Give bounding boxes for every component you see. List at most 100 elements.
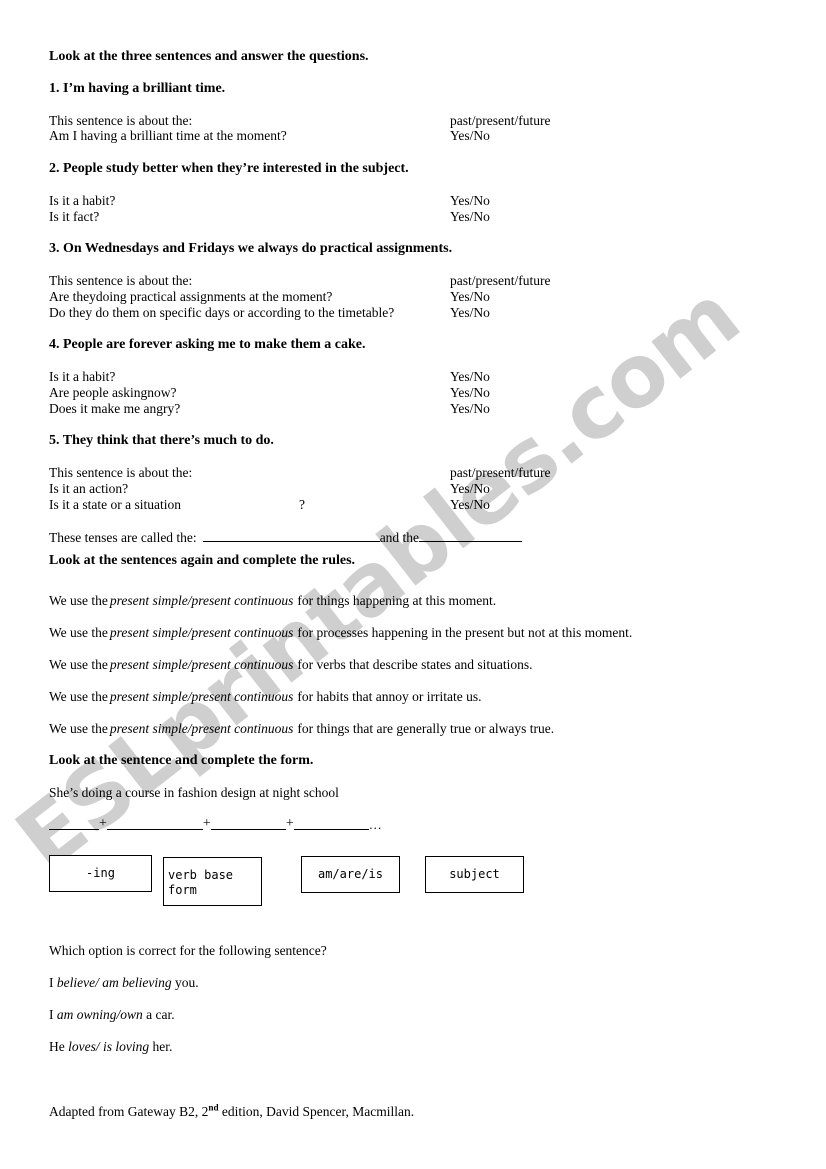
rule-line-4: We use the present simple/present continu… — [49, 689, 481, 705]
section4-question: Which option is correct for the followin… — [49, 943, 327, 958]
item-1-number: 1. — [49, 81, 60, 96]
item-5-q3-prompt: Is it a state or a situation? — [49, 497, 305, 513]
form-blank-2[interactable] — [106, 818, 203, 830]
item-4-q3-answer[interactable]: Yes/No — [450, 401, 490, 417]
form-ellipsis: … — [368, 817, 383, 832]
rule-3-lead: We use the — [49, 657, 108, 672]
section4-sentence-3-pre: He — [49, 1039, 65, 1054]
tenses-fill-lead: These tenses are called the: — [49, 530, 197, 545]
section4-sentence-2-post: a car. — [146, 1007, 175, 1022]
item-5-q1-answer[interactable]: past/present/future — [450, 465, 550, 481]
section4-sentence-1-pre: I — [49, 975, 54, 990]
rule-5-choice[interactable]: present simple/present continuous — [110, 721, 293, 736]
item-5-sentence: 5. They think that there’s much to do. — [49, 433, 274, 449]
item-1-q1-answer[interactable]: past/present/future — [450, 113, 550, 129]
rule-2-choice[interactable]: present simple/present continuous — [110, 625, 293, 640]
item-5-q3-answer[interactable]: Yes/No — [450, 497, 490, 513]
item-3-q1-answer[interactable]: past/present/future — [450, 273, 550, 289]
item-5-q1-prompt: This sentence is about the: — [49, 465, 193, 480]
item-2-q1-prompt: Is it a habit? — [49, 193, 116, 208]
section3-heading: Look at the sentence and complete the fo… — [49, 753, 314, 768]
item-2-q1-answer[interactable]: Yes/No — [450, 193, 490, 209]
rule-5-lead: We use the — [49, 721, 108, 736]
item-4-text: People are forever asking me to make the… — [63, 337, 366, 352]
item-4-number: 4. — [49, 337, 60, 352]
rule-3-choice[interactable]: present simple/present continuous — [110, 657, 293, 672]
rule-1-choice[interactable]: present simple/present continuous — [110, 593, 293, 608]
section4-sentence-3-post: her. — [152, 1039, 173, 1054]
item-2-q2-answer[interactable]: Yes/No — [450, 209, 490, 225]
form-plus-1: + — [99, 816, 107, 831]
rule-4-tail: for habits that annoy or irritate us. — [297, 689, 482, 704]
item-3-q1-prompt: This sentence is about the: — [49, 273, 193, 288]
word-box-ing[interactable]: -ing — [49, 855, 152, 892]
word-box-subject[interactable]: subject — [425, 856, 524, 893]
section2-heading: Look at the sentences again and complete… — [49, 553, 356, 568]
form-plus-2: + — [202, 816, 211, 831]
rule-3-tail: for verbs that describe states and situa… — [297, 657, 533, 672]
item-2-text: People study better when they’re interes… — [63, 161, 409, 176]
section4-sentence-3-choice[interactable]: loves/ is loving — [68, 1039, 149, 1054]
section4-sentence-2: I am owning/own a car. — [49, 1007, 175, 1023]
section4-sentence-2-pre: I — [49, 1007, 54, 1022]
item-5-q2-answer[interactable]: Yes/No — [450, 481, 490, 497]
form-blank-4[interactable] — [293, 818, 369, 830]
form-blank-line: + + + … — [49, 816, 383, 833]
section4-sentence-1-post: you. — [174, 975, 199, 990]
tenses-blank-2[interactable] — [419, 529, 523, 542]
item-5-number: 5. — [49, 433, 60, 448]
item-5-q3-prompt-text: Is it a state or a situation — [49, 497, 181, 512]
section3-example-sentence: She’s doing a course in fashion design a… — [49, 785, 339, 800]
form-blank-1[interactable] — [49, 818, 99, 830]
item-4-sentence: 4. People are forever asking me to make … — [49, 337, 366, 353]
source-attribution: Adapted from Gateway B2, 2nd edition, Da… — [49, 1102, 415, 1120]
item-5-q3-prompt-tail: ? — [298, 497, 305, 512]
section4-sentence-1: I believe/ am believing you. — [49, 975, 199, 991]
rule-line-1: We use the present simple/present continu… — [49, 593, 496, 609]
form-plus-3: + — [285, 816, 294, 831]
section4-sentence-2-choice[interactable]: am owning/own — [57, 1007, 143, 1022]
section4-sentence-3: He loves/ is loving her. — [49, 1039, 172, 1055]
item-2-sentence: 2. People study better when they’re inte… — [49, 161, 409, 177]
item-5-q2-prompt: Is it an action? — [49, 481, 129, 496]
word-box-verb-base-form-line2: form — [168, 883, 197, 897]
item-4-q2-answer[interactable]: Yes/No — [450, 385, 490, 401]
rule-line-2: We use the present simple/present continu… — [49, 625, 632, 641]
item-4-q1-answer[interactable]: Yes/No — [450, 369, 490, 385]
tenses-blank-1[interactable] — [202, 529, 380, 542]
section4-sentence-1-choice[interactable]: believe/ am believing — [57, 975, 172, 990]
item-4-q3-prompt: Does it make me angry? — [49, 401, 181, 416]
rule-2-tail: for processes happening in the present b… — [297, 625, 633, 640]
item-2-q2-prompt: Is it fact? — [49, 209, 100, 224]
item-4-q2-prompt: Are people askingnow? — [49, 385, 177, 400]
word-box-am-are-is[interactable]: am/are/is — [301, 856, 400, 893]
item-1-q1-prompt: This sentence is about the: — [49, 113, 193, 128]
source-attribution-post: edition, David Spencer, Macmillan. — [218, 1104, 415, 1119]
rule-4-choice[interactable]: present simple/present continuous — [110, 689, 293, 704]
item-5-text: They think that there’s much to do. — [62, 433, 274, 448]
item-3-q2-prompt: Are theydoing practical assignments at t… — [49, 289, 333, 304]
rule-1-tail: for things happening at this moment. — [297, 593, 497, 608]
item-2-number: 2. — [49, 161, 60, 176]
item-1-q2-answer[interactable]: Yes/No — [450, 128, 490, 144]
source-attribution-ordinal-suffix: nd — [208, 1102, 219, 1113]
tenses-fill-line: These tenses are called the: and the — [49, 529, 523, 546]
item-3-number: 3. — [49, 241, 60, 256]
source-attribution-pre: Adapted from Gateway B2, 2 — [49, 1104, 209, 1119]
item-3-sentence: 3. On Wednesdays and Fridays we always d… — [49, 241, 452, 257]
rule-4-lead: We use the — [49, 689, 108, 704]
tenses-fill-middle: and the — [379, 530, 420, 545]
rule-line-5: We use the present simple/present continu… — [49, 721, 554, 737]
rule-1-lead: We use the — [49, 593, 108, 608]
rule-2-lead: We use the — [49, 625, 108, 640]
item-1-q2-prompt: Am I having a brilliant time at the mome… — [49, 128, 287, 143]
rule-line-3: We use the present simple/present continu… — [49, 657, 532, 673]
item-1-sentence: 1. I’m having a brilliant time. — [49, 81, 225, 97]
word-box-verb-base-form[interactable]: verb base form — [163, 857, 262, 906]
word-box-verb-base-form-line1: verb base — [168, 868, 234, 882]
item-3-q3-answer[interactable]: Yes/No — [450, 305, 490, 321]
item-3-q2-answer[interactable]: Yes/No — [450, 289, 490, 305]
item-3-q3-prompt: Do they do them on specific days or acco… — [49, 305, 395, 320]
item-1-text: I’m having a brilliant time. — [63, 81, 226, 96]
form-blank-3[interactable] — [210, 818, 286, 830]
